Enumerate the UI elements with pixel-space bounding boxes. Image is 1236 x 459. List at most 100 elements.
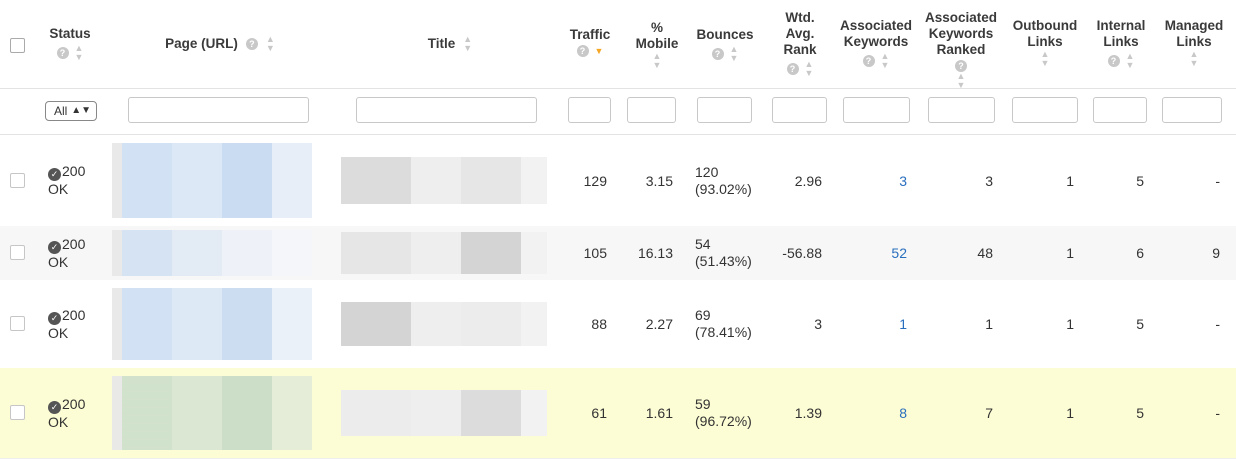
mobile-filter-input[interactable]: [627, 97, 676, 123]
status-filter-select[interactable]: All ▲▼: [45, 101, 97, 121]
page-title-text: [341, 157, 547, 204]
header-assoc-kwr-label-2: Keywords: [928, 26, 994, 41]
outbound-filter-input[interactable]: [1012, 97, 1078, 123]
help-icon[interactable]: ?: [56, 47, 69, 59]
associated-keywords-link[interactable]: 52: [850, 226, 907, 280]
bounces-percent: (51.43%): [695, 253, 752, 269]
managed-links-value: -: [1215, 172, 1220, 189]
wtd-avg-rank-value: 3: [814, 316, 822, 332]
header-associated-keywords-ranked[interactable]: Associated Keywords Ranked ? ▲ ▼: [922, 10, 1000, 90]
status-text: OK: [48, 413, 69, 430]
internal-links-value: 5: [1136, 405, 1144, 421]
assoc-kw-filter-input[interactable]: [843, 97, 910, 123]
internal-filter-input[interactable]: [1093, 97, 1147, 123]
help-icon[interactable]: ?: [576, 45, 589, 57]
header-status-label: Status: [49, 26, 91, 41]
associated-keywords-ranked-value: 3: [985, 172, 993, 189]
sort-desc-icon[interactable]: ▼: [595, 46, 604, 56]
page-url-link[interactable]: [112, 376, 317, 450]
header-internal-label-2: Links: [1103, 34, 1139, 49]
sort-icon[interactable]: ▲ ▼: [1041, 50, 1050, 68]
bounces-count: 69: [695, 307, 711, 323]
row-checkbox[interactable]: [10, 405, 25, 420]
help-icon[interactable]: ?: [245, 38, 258, 50]
row-checkbox[interactable]: [10, 316, 25, 331]
header-assoc-kwr-label-1: Associated: [924, 10, 998, 25]
help-icon[interactable]: ?: [786, 63, 799, 75]
sort-icon[interactable]: ▲ ▼: [730, 45, 739, 63]
bounces-percent: (93.02%): [695, 180, 752, 197]
wtd-avg-rank-value: 2.96: [794, 172, 822, 189]
header-bounces-label: Bounces: [696, 27, 754, 42]
table-row[interactable]: ✓ 200 OK 61 1.61 59 (96.72%) 1.39 8 7 1 5 -: [0, 368, 1236, 459]
page-url-link[interactable]: [112, 230, 317, 276]
sort-icon[interactable]: ▲ ▼: [1190, 50, 1199, 68]
page-url-link[interactable]: [112, 288, 317, 360]
header-title-label: Title: [427, 36, 456, 51]
header-pct-mobile[interactable]: % Mobile ▲ ▼: [624, 20, 690, 70]
assoc-kwr-filter-input[interactable]: [928, 97, 995, 123]
select-all-checkbox[interactable]: [10, 38, 25, 53]
status-filter-value: All: [54, 104, 68, 118]
sort-icon[interactable]: ▲ ▼: [1126, 52, 1135, 70]
bounces-filter-input[interactable]: [697, 97, 752, 123]
header-outbound-links[interactable]: Outbound Links ▲ ▼: [1008, 18, 1082, 68]
status-code: 200: [62, 395, 86, 412]
rank-filter-input[interactable]: [772, 97, 827, 123]
header-status[interactable]: Status ? ▲ ▼: [40, 26, 100, 62]
header-managed-label-2: Links: [1176, 34, 1212, 49]
help-icon[interactable]: ?: [1107, 55, 1120, 67]
header-bounces[interactable]: Bounces ? ▲ ▼: [690, 27, 760, 63]
sort-icon[interactable]: ▲ ▼: [75, 44, 84, 62]
associated-keywords-ranked-value: 1: [985, 316, 993, 332]
page-title-text: [341, 232, 547, 274]
wtd-avg-rank-value: 1.39: [794, 405, 822, 421]
sort-icon[interactable]: ▲ ▼: [463, 35, 472, 53]
table-row[interactable]: ✓ 200 OK 88 2.27 69 (78.41%) 3 1 1 1 5 -: [0, 280, 1236, 369]
associated-keywords-link[interactable]: 8: [850, 368, 907, 458]
bounces-count: 59: [695, 396, 711, 412]
table-row[interactable]: ✓ 200 OK 105 16.13 54 (51.43%) -56.88 52 48 1 6 9: [0, 226, 1236, 281]
row-checkbox[interactable]: [10, 245, 25, 260]
header-wtd-label-3: Rank: [783, 42, 817, 57]
associated-keywords-link[interactable]: 1: [850, 280, 907, 368]
managed-filter-input[interactable]: [1162, 97, 1222, 123]
header-managed-links[interactable]: Managed Links ▲ ▼: [1158, 18, 1230, 68]
title-filter-input[interactable]: [356, 97, 537, 123]
select-arrows-icon: ▲▼: [71, 105, 91, 116]
bounces-value: 59 (96.72%): [695, 368, 765, 458]
header-managed-label-1: Managed: [1164, 18, 1224, 33]
header-wtd-label-1: Wtd.: [785, 10, 815, 25]
header-assoc-kwr-label-3: Ranked: [936, 42, 986, 57]
header-page-url[interactable]: Page (URL) ? ▲ ▼: [150, 35, 290, 53]
status-code: 200: [62, 306, 86, 323]
status-text: OK: [48, 253, 69, 270]
check-circle-icon: ✓: [48, 240, 61, 254]
url-filter-input[interactable]: [128, 97, 309, 123]
table-row[interactable]: ✓ 200 OK 129 3.15 120 (93.02%) 2.96 3 3 1 5-: [0, 135, 1236, 227]
sort-icon[interactable]: ▲ ▼: [805, 60, 814, 78]
header-associated-keywords[interactable]: Associated Keywords ? ▲ ▼: [838, 18, 914, 70]
status-cell: ✓ 200 OK: [48, 280, 108, 368]
help-icon[interactable]: ?: [711, 48, 724, 60]
status-code: 200: [62, 163, 86, 179]
header-internal-links[interactable]: Internal Links ? ▲ ▼: [1090, 18, 1152, 70]
page-url-link[interactable]: [112, 143, 317, 218]
header-wtd-avg-rank[interactable]: Wtd. Avg. Rank ? ▲ ▼: [770, 10, 830, 78]
row-checkbox[interactable]: [10, 172, 25, 188]
sort-icon[interactable]: ▲ ▼: [266, 35, 275, 53]
traffic-filter-input[interactable]: [568, 97, 611, 123]
sort-icon[interactable]: ▲ ▼: [653, 52, 662, 70]
mobile-pct-value: 2.27: [645, 316, 673, 332]
header-outbound-label-1: Outbound: [1012, 18, 1078, 33]
header-page-url-label: Page (URL): [165, 36, 238, 51]
sort-icon[interactable]: ▲ ▼: [881, 52, 890, 70]
check-circle-icon: ✓: [48, 311, 61, 325]
status-text: OK: [48, 181, 69, 197]
bounces-value: 54 (51.43%): [695, 226, 765, 280]
traffic-value: 88: [591, 316, 607, 332]
help-icon[interactable]: ?: [862, 55, 875, 67]
associated-keywords-link[interactable]: 3: [850, 135, 907, 226]
header-title[interactable]: Title ▲ ▼: [410, 35, 490, 53]
header-traffic[interactable]: Traffic ? ▼: [562, 27, 618, 57]
